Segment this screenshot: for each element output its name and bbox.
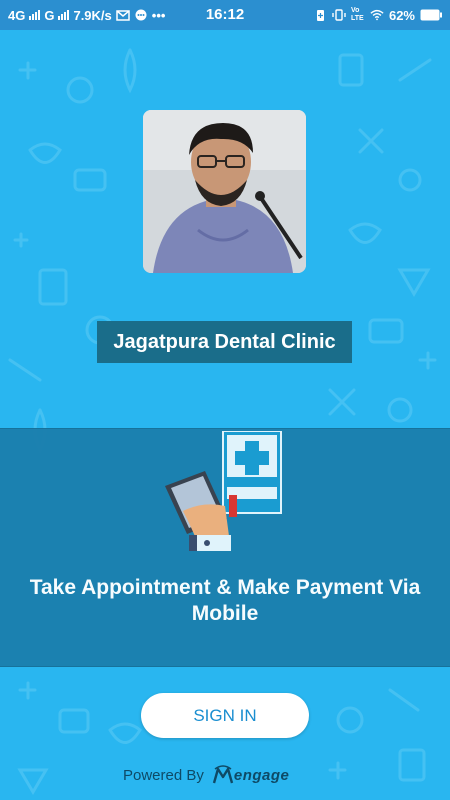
feature-banner: Take Appointment & Make Payment Via Mobi…: [0, 428, 450, 667]
feature-banner-text: Take Appointment & Make Payment Via Mobi…: [29, 576, 421, 625]
phone-booking-illustration: [165, 431, 282, 551]
clock: 16:12: [205, 6, 245, 23]
status-bar: 4G G 7.9K/s ••• 16:12 Vo LTE 62%: [0, 0, 450, 30]
sign-in-button[interactable]: SIGN IN: [141, 693, 309, 738]
powered-by-footer: Powered By engage: [123, 760, 289, 790]
clinic-name-label: Jagatpura Dental Clinic: [97, 321, 352, 363]
mengage-logo-text: engage: [233, 766, 290, 784]
doctor-photo: [143, 110, 306, 273]
mengage-logo: engage: [212, 763, 290, 787]
powered-by-label: Powered By: [123, 766, 204, 784]
